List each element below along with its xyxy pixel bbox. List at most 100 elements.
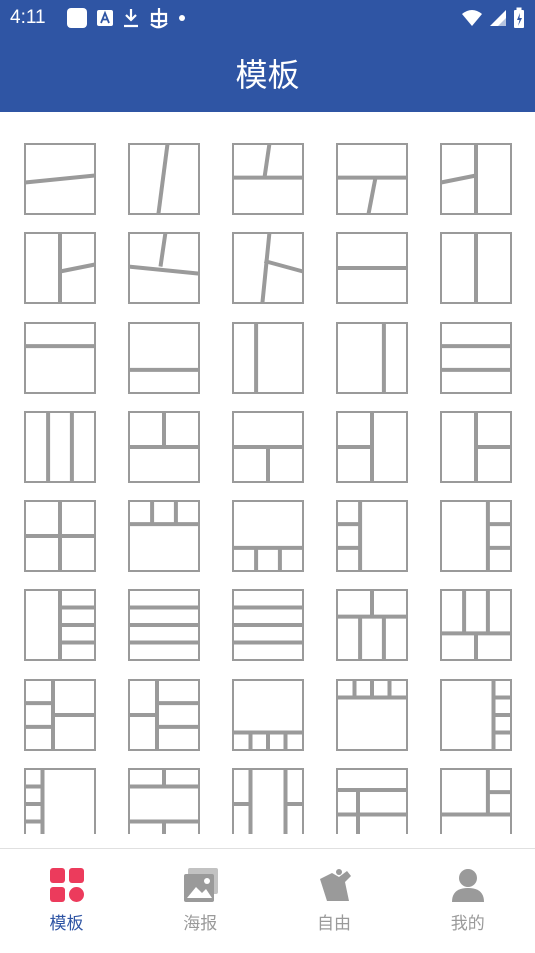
template-tile[interactable] [232,143,304,215]
template-tile[interactable] [232,322,304,394]
nav-label: 模板 [49,914,84,934]
download-icon [124,9,138,28]
battery-icon [514,7,524,28]
template-tile[interactable] [232,768,304,834]
nav-item-1[interactable]: 模板 [0,849,133,953]
template-tile[interactable] [128,679,200,751]
template-frame [440,322,512,394]
template-preview [336,411,408,483]
template-frame [336,500,408,572]
template-preview [24,232,96,304]
template-tile[interactable] [336,589,408,661]
template-tile[interactable] [24,500,96,572]
profile-person-icon [450,867,486,903]
template-frame [24,322,96,394]
template-frame [440,768,512,834]
template-preview [440,232,512,304]
template-preview [336,679,408,751]
template-tile[interactable] [440,411,512,483]
nav-item-3[interactable]: 自由 [268,849,401,953]
template-preview [336,500,408,572]
nav-item-2[interactable]: 海报 [134,849,267,953]
template-tile[interactable] [128,589,200,661]
template-tile[interactable] [128,232,200,304]
template-grid-icon [49,867,85,903]
template-frame [440,500,512,572]
template-preview [232,143,304,215]
template-tile[interactable] [440,589,512,661]
template-divider [128,264,200,276]
template-frame [232,768,304,834]
wifi-icon [462,10,482,26]
template-preview [128,500,200,572]
template-tile[interactable] [128,411,200,483]
more-dot-icon [179,15,185,21]
template-preview [128,232,200,304]
template-tile[interactable] [24,232,96,304]
template-frame [232,322,304,394]
template-divider [263,259,304,274]
template-tile[interactable] [232,679,304,751]
template-tile[interactable] [232,500,304,572]
template-tile[interactable] [24,411,96,483]
template-preview [232,589,304,661]
template-tile[interactable] [128,768,200,834]
template-tile[interactable] [128,322,200,394]
template-tile[interactable] [336,322,408,394]
template-tile[interactable] [336,232,408,304]
template-frame [24,768,96,834]
template-preview [24,500,96,572]
nav-label: 自由 [317,914,351,934]
template-divider [59,262,96,274]
template-tile[interactable] [440,322,512,394]
template-preview [24,679,96,751]
template-frame [128,322,200,394]
template-preview [232,232,304,304]
font-app-icon [97,10,113,26]
bug-icon [150,8,168,29]
template-divider [158,232,168,267]
signal-icon [490,10,506,26]
template-tile[interactable] [232,411,304,483]
bottom-nav: 模板 海报 自由 我的 [0,848,535,953]
template-tile[interactable] [24,768,96,834]
template-divider [440,173,477,185]
template-tile[interactable] [128,143,200,215]
template-divider [156,143,170,215]
template-frame [336,322,408,394]
app-bar: 模板 [0,36,535,112]
template-preview [440,679,512,751]
template-tile[interactable] [24,322,96,394]
page-title: 模板 [235,56,300,94]
template-preview [232,411,304,483]
template-preview [440,322,512,394]
template-tile[interactable] [336,411,408,483]
template-tile[interactable] [336,679,408,751]
template-preview [128,322,200,394]
template-preview [336,768,408,834]
template-tile[interactable] [440,768,512,834]
nav-item-4[interactable]: 我的 [401,849,534,953]
template-preview [128,589,200,661]
template-tile[interactable] [24,589,96,661]
template-preview [440,768,512,834]
template-tile[interactable] [336,500,408,572]
template-tile[interactable] [232,232,304,304]
template-preview [24,143,96,215]
template-tile[interactable] [24,679,96,751]
template-tile[interactable] [336,143,408,215]
template-tile[interactable] [440,143,512,215]
template-preview [128,679,200,751]
template-tile[interactable] [24,143,96,215]
template-preview [128,143,200,215]
template-tile[interactable] [232,589,304,661]
template-tile[interactable] [336,768,408,834]
template-tile[interactable] [440,232,512,304]
poster-image-icon [183,867,219,903]
template-preview [232,768,304,834]
template-tile[interactable] [440,679,512,751]
template-tile[interactable] [440,500,512,572]
template-frame [232,500,304,572]
template-divider [262,143,272,178]
template-tile[interactable] [128,500,200,572]
